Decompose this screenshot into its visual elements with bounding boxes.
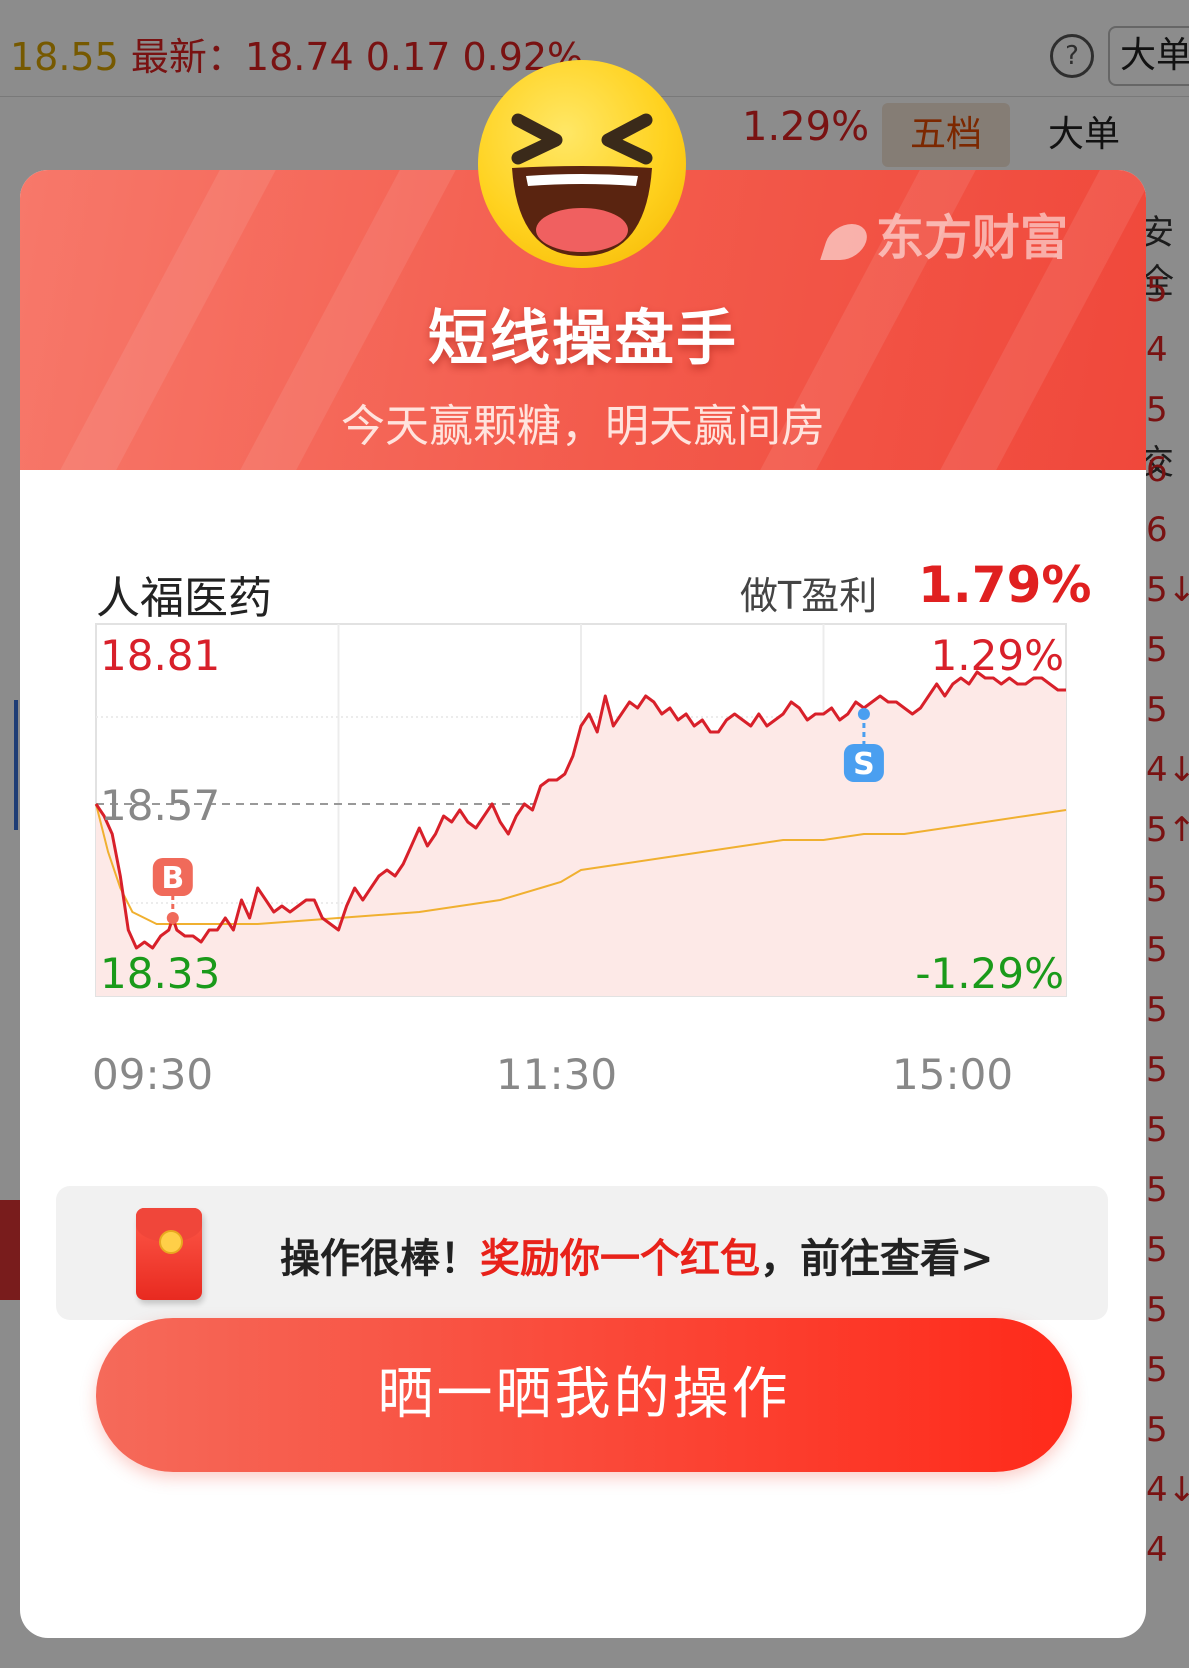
reward-link[interactable]: ，前往查看> (760, 1236, 994, 1282)
red-packet-icon (136, 1208, 202, 1300)
reward-highlight: 奖励你一个红包 (480, 1236, 760, 1282)
brand-text: 东方财富 (876, 210, 1069, 266)
y-label-prev-close: 18.57 (100, 781, 220, 830)
laughing-face-drawing (511, 113, 653, 256)
profit-value: 1.79% (918, 556, 1092, 614)
profit-label: 做T盈利 (740, 574, 878, 618)
reward-prefix: 操作很棒！ (280, 1236, 480, 1282)
reward-text: 操作很棒！奖励你一个红包，前往查看> (280, 1226, 994, 1284)
buy-marker-label: B (161, 861, 184, 896)
pct-label-high: 1.29% (931, 631, 1064, 680)
stock-name: 人福医药 (96, 573, 272, 624)
reward-banner[interactable]: 操作很棒！奖励你一个红包，前往查看> (56, 1186, 1108, 1320)
modal-subtitle: 今天赢颗糖，明天赢间房 (341, 401, 825, 452)
laughing-emoji-icon (478, 60, 686, 268)
share-operation-button[interactable]: 晒一晒我的操作 (96, 1318, 1072, 1472)
pct-label-low: -1.29% (915, 949, 1064, 998)
y-label-high: 18.81 (100, 631, 220, 680)
intraday-chart: B S 18.81 18.57 18.33 1.29% -1.29% (94, 623, 1067, 998)
buy-marker-dot (166, 912, 179, 924)
red-packet-coin (159, 1230, 183, 1254)
x-tick-label: 11:30 (496, 1050, 618, 1099)
y-label-low: 18.33 (100, 949, 220, 998)
sell-marker-dot (857, 708, 870, 720)
x-tick-label: 15:00 (892, 1050, 1014, 1099)
brand-logo: 东方财富 (820, 198, 1069, 268)
x-tick-label: 09:30 (92, 1050, 214, 1099)
brand-mark-icon (820, 223, 872, 260)
sell-marker-label: S (853, 747, 875, 782)
modal-title: 短线操盘手 (428, 304, 738, 374)
result-modal: 东方财富 短线操盘手 今天赢颗糖，明天赢间房 人福医药 做T盈利 1.79% B… (20, 170, 1146, 1638)
